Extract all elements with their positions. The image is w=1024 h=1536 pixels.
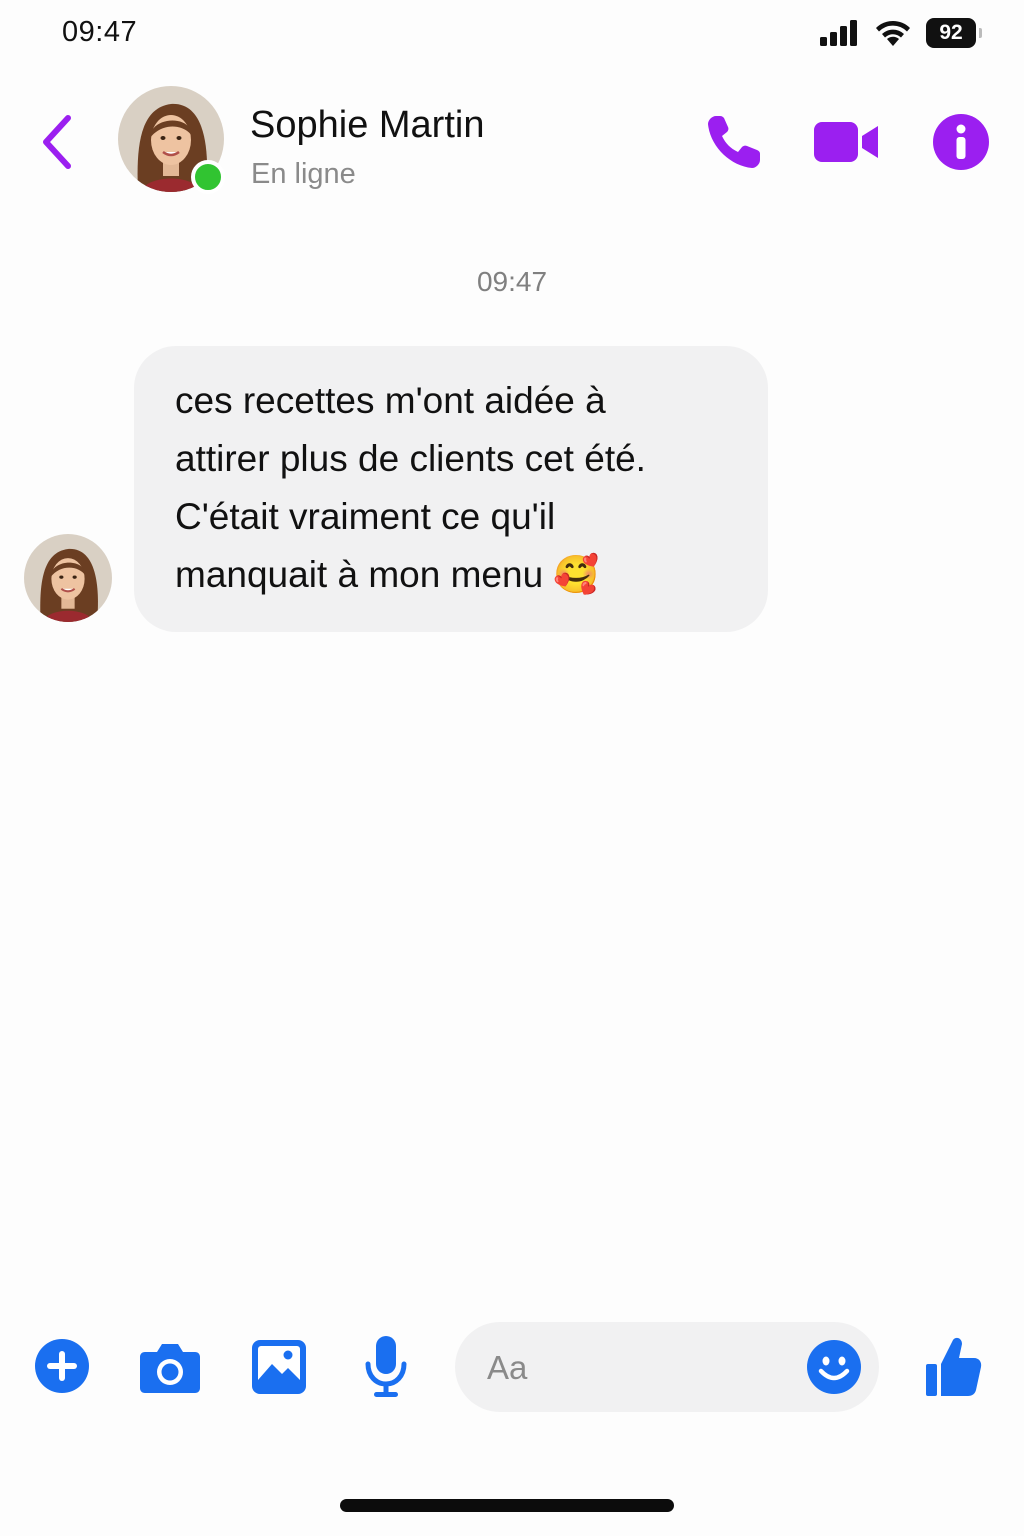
plus-icon[interactable] xyxy=(34,1338,90,1394)
message-timestamp: 09:47 xyxy=(476,266,548,297)
avatar-portrait xyxy=(24,534,112,622)
camera-icon[interactable] xyxy=(139,1342,201,1394)
message-line: manquait à mon menu 🥰 xyxy=(175,554,600,595)
home-indicator[interactable] xyxy=(340,1499,674,1512)
thumbs-up-icon[interactable] xyxy=(924,1336,982,1398)
status-icons: 92 xyxy=(820,18,982,48)
battery-icon: 92 xyxy=(926,18,982,48)
contact-name[interactable]: Sophie Martin xyxy=(250,104,484,147)
info-icon[interactable] xyxy=(933,114,989,170)
sender-avatar[interactable] xyxy=(24,534,112,622)
status-bar: 09:47 92 xyxy=(0,0,1024,70)
signal-icon xyxy=(820,20,857,46)
chat-header: Sophie Martin En ligne xyxy=(0,80,1024,200)
microphone-icon[interactable] xyxy=(364,1336,408,1398)
online-status-dot xyxy=(191,160,225,194)
chevron-left-icon[interactable] xyxy=(36,110,80,174)
phone-icon[interactable] xyxy=(704,112,764,172)
message-line: attirer plus de clients cet été. xyxy=(175,438,646,479)
battery-level: 92 xyxy=(939,21,963,44)
status-time: 09:47 xyxy=(62,16,138,48)
message-line: ces recettes m'ont aidée à xyxy=(175,380,606,421)
image-icon[interactable] xyxy=(252,1340,306,1394)
message-bubble[interactable]: ces recettes m'ont aidée à attirer plus … xyxy=(134,346,768,632)
contact-status: En ligne xyxy=(251,158,356,190)
message-line: C'était vraiment ce qu'il xyxy=(175,496,556,537)
video-camera-icon[interactable] xyxy=(814,120,880,164)
message-input[interactable] xyxy=(485,1342,789,1394)
smiley-icon[interactable] xyxy=(807,1340,861,1394)
message-composer xyxy=(0,1322,1024,1414)
message-input-container xyxy=(455,1322,879,1412)
wifi-icon xyxy=(876,20,910,46)
messenger-chat-screen: 09:47 92 Sophie Martin En ligne 09:47 ce… xyxy=(0,0,1024,1536)
